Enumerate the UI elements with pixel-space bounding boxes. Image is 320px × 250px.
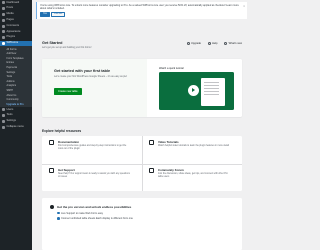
upgrade-notice: You're using WPForms Lite. To unlock mor… (36, 2, 247, 19)
sidebar-item-label: Plugins (6, 35, 16, 39)
help-icon (207, 42, 211, 45)
upgrade-link[interactable]: Upgrade (186, 42, 201, 45)
upgrade-icon (186, 42, 190, 45)
notice-yes-button[interactable]: Yes (40, 11, 50, 17)
resource-title: Community Forum (158, 167, 184, 172)
collapse-icon (2, 125, 5, 129)
pin-icon (2, 7, 5, 11)
sidebar-item-label: Settings (6, 119, 16, 123)
resources-title: Explore helpful resources (42, 129, 82, 133)
pro-feature-text: Live Support to make Web Form easy (61, 211, 104, 215)
resources-grid: Documentation Find comprehensive guides … (42, 136, 242, 191)
video-icon (149, 140, 154, 145)
hero-title: Get started with your first table (54, 69, 111, 73)
media-icon (2, 12, 5, 16)
pro-feature: Connect unlimited table sheets Each disp… (57, 217, 242, 220)
resource-title: Get Support (58, 167, 75, 172)
sidebar-item-label: Tools (6, 113, 13, 117)
help-link[interactable]: Help (207, 42, 218, 45)
crown-icon (50, 205, 54, 209)
sidebar-item-label: Comments (6, 23, 20, 27)
tutorial-video[interactable] (159, 72, 234, 110)
pro-upsell-card: Get the pro version and unlock endless p… (42, 198, 242, 250)
settings-icon (2, 120, 5, 124)
submenu-item-upgrade-to-pro[interactable]: Upgrade to Pro (0, 102, 32, 107)
resource-desc: Find comprehensive guides and step-by-st… (58, 145, 127, 151)
dashboard-icon (2, 1, 5, 5)
document-icon (49, 140, 54, 145)
resource-documentation[interactable]: Documentation Find comprehensive guides … (42, 136, 142, 164)
resource-title: Documentation (58, 140, 80, 144)
get-started-header: Get Started Let's get you set up and bui… (42, 41, 242, 49)
plugin-icon (2, 36, 5, 40)
whats-new-link[interactable]: What's new (224, 42, 242, 45)
sidebar-item-label: Users (6, 107, 14, 111)
forms-icon (2, 41, 5, 45)
wpforms-submenu: All Forms Add New Form Templates Entries Pay… (0, 46, 32, 108)
resource-video-tutorials[interactable]: Video Tutorials Watch helpful video tuto… (142, 136, 242, 164)
resource-get-support[interactable]: Get Support Need help? Our support team … (42, 164, 142, 192)
sidebar-menu: Dashboard Posts Media Pages Comments Appearan… (0, 0, 32, 130)
sidebar-item-collapse-menu[interactable]: Collapse menu (0, 124, 32, 130)
comment-icon (2, 24, 5, 28)
sidebar-item-label: Pages (6, 17, 14, 21)
check-icon (57, 217, 60, 220)
help-link-label: Help (212, 42, 218, 45)
page-icon (2, 18, 5, 22)
resource-community-forum[interactable]: Community Forum Join the discussion, sha… (142, 164, 242, 192)
check-icon (57, 211, 60, 215)
brush-icon (2, 30, 5, 34)
resource-desc: Need help? Our support team is ready to … (58, 172, 130, 178)
page-subtitle: Let's get you set up and building your f… (42, 46, 92, 49)
admin-sidebar: Dashboard Posts Media Pages Comments Appearan… (0, 0, 32, 250)
video-label: Watch a quick tutorial (159, 67, 184, 70)
pro-feature: Live Support to make Web Form easy (57, 212, 242, 215)
sidebar-item-label: Dashboard (6, 0, 20, 4)
wrench-icon (2, 114, 5, 118)
resource-desc: Join the discussion, share ideas, get ti… (158, 172, 228, 178)
sidebar-item-label: Appearance (6, 29, 21, 33)
sidebar-item-label: Media (6, 12, 14, 16)
sidebar-item-label: Posts (6, 6, 14, 10)
document-preview-icon (201, 78, 225, 106)
sidebar-item-label: WPForms (6, 41, 19, 45)
whats-new-link-label: What's new (228, 42, 242, 45)
resource-desc: Watch helpful video tutorials to learn t… (158, 145, 229, 148)
notice-text: You're using WPForms Lite. To unlock mor… (40, 3, 239, 10)
sidebar-item-label: Collapse menu (6, 125, 24, 129)
pro-feature-text: Connect unlimited table sheets Each disp… (61, 217, 133, 220)
users-icon (2, 108, 5, 112)
first-table-card: Get started with your first table Let's … (42, 59, 242, 117)
pro-title: Get the pro version and unlock endless p… (57, 205, 132, 209)
forum-icon (149, 167, 154, 173)
upgrade-link-label: Upgrade (191, 42, 201, 45)
megaphone-icon (224, 42, 228, 45)
create-table-button[interactable]: Create new table (54, 88, 82, 95)
support-icon (49, 167, 54, 173)
main-content: You're using WPForms Lite. To unlock mor… (32, 0, 250, 250)
notice-dismiss-button[interactable]: Dismiss (51, 11, 66, 17)
resource-title: Video Tutorials (158, 140, 179, 144)
hero-description: Let's create your first WordPress Google… (54, 75, 128, 78)
play-icon[interactable] (188, 85, 199, 96)
close-icon[interactable]: × (243, 4, 245, 8)
